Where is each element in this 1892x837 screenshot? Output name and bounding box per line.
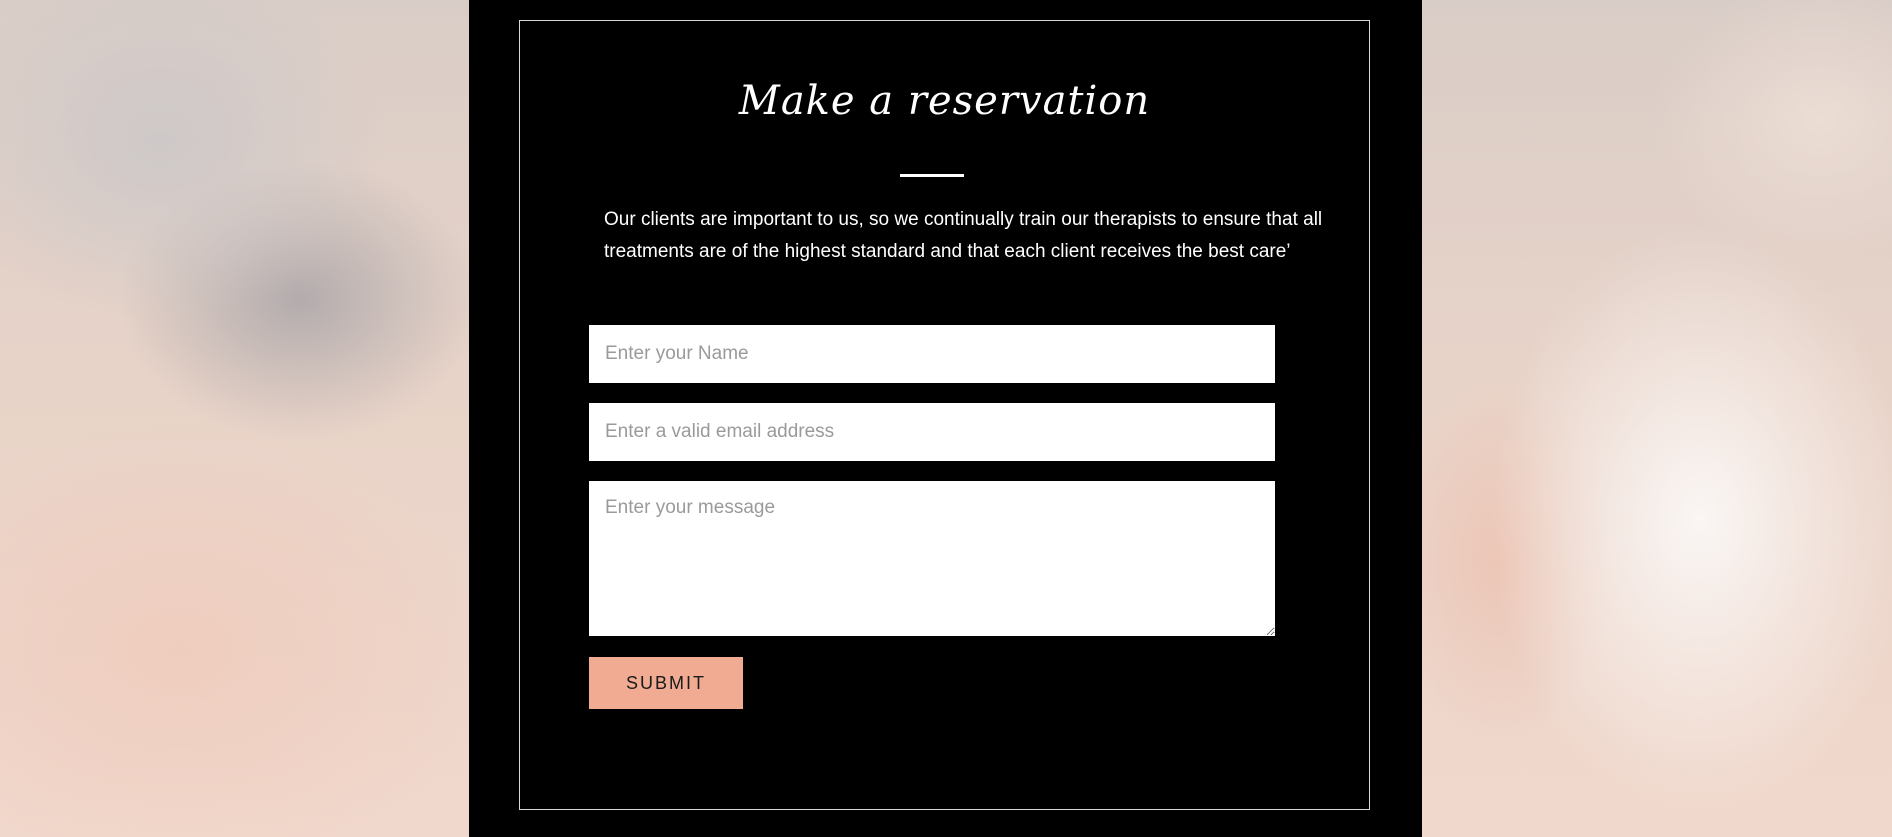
submit-button[interactable]: SUBMIT xyxy=(589,657,743,709)
reservation-panel: Make a reservation Our clients are impor… xyxy=(469,0,1422,837)
reservation-intro: Our clients are important to us, so we c… xyxy=(604,209,1323,262)
reservation-title: Make a reservation xyxy=(738,78,1151,124)
message-textarea[interactable] xyxy=(589,481,1275,636)
title-divider xyxy=(900,174,964,177)
name-input[interactable] xyxy=(589,325,1275,383)
email-input[interactable] xyxy=(589,403,1275,461)
